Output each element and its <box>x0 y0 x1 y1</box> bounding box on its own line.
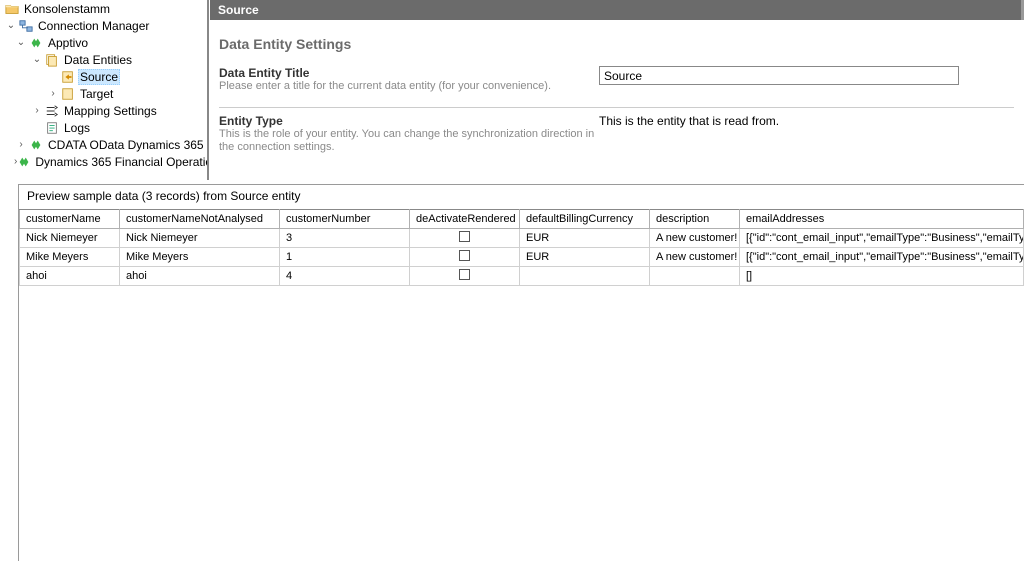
tree-label: Source <box>78 69 120 85</box>
tree-item-data-entities[interactable]: ⌄ Data Entities <box>0 51 207 68</box>
table-cell <box>410 248 520 267</box>
tree-item-logs[interactable]: Logs <box>0 119 207 136</box>
table-cell: 3 <box>280 229 410 248</box>
tree-label: Logs <box>62 121 92 135</box>
table-cell: [{"id":"cont_email_input","emailType":"B… <box>740 229 1024 248</box>
folder-icon <box>4 1 20 17</box>
table-cell: 4 <box>280 267 410 286</box>
checkbox-icon <box>459 269 470 280</box>
table-cell: ahoi <box>120 267 280 286</box>
tree-label: Mapping Settings <box>62 104 159 118</box>
tree-item-root[interactable]: Konsolenstamm <box>0 0 207 17</box>
table-cell: Mike Meyers <box>120 248 280 267</box>
tree-item-d365[interactable]: › Dynamics 365 Financial Operations <box>0 153 207 170</box>
table-cell <box>410 267 520 286</box>
table-cell <box>410 229 520 248</box>
col-deActivateRendered[interactable]: deActivateRendered <box>410 210 520 229</box>
col-customerName[interactable]: customerName <box>20 210 120 229</box>
table-cell <box>650 267 740 286</box>
chevron-down-icon[interactable]: ⌄ <box>30 54 44 65</box>
tree-label: Connection Manager <box>36 19 151 33</box>
logs-icon <box>44 120 60 136</box>
field-label-title: Data Entity Title <box>219 66 599 80</box>
col-customerNameNotAnalysed[interactable]: customerNameNotAnalysed <box>120 210 280 229</box>
checkbox-icon <box>459 250 470 261</box>
tree-label: Data Entities <box>62 53 134 67</box>
connector-icon <box>28 35 44 51</box>
connector-icon <box>28 137 44 153</box>
table-row[interactable]: Mike MeyersMike Meyers1EURA new customer… <box>20 248 1024 267</box>
table-cell <box>520 267 650 286</box>
table-cell: [] <box>740 267 1024 286</box>
data-entity-title-input[interactable] <box>599 66 959 85</box>
col-emailAddresses[interactable]: emailAddresses <box>740 210 1024 229</box>
panel-header: Source <box>209 0 1024 20</box>
field-help-title: Please enter a title for the current dat… <box>219 80 599 93</box>
navigation-tree: Konsolenstamm ⌄ Connection Manager ⌄ App… <box>0 0 207 180</box>
tree-item-apptivo[interactable]: ⌄ Apptivo <box>0 34 207 51</box>
section-title: Data Entity Settings <box>219 36 1014 52</box>
chevron-down-icon[interactable]: ⌄ <box>14 37 28 48</box>
table-cell: 1 <box>280 248 410 267</box>
entity-type-value: This is the entity that is read from. <box>599 114 779 128</box>
target-entity-icon <box>60 86 76 102</box>
checkbox-icon <box>459 231 470 242</box>
chevron-down-icon[interactable]: ⌄ <box>4 20 18 31</box>
table-cell: A new customer! <box>650 248 740 267</box>
entities-icon <box>44 52 60 68</box>
preview-table[interactable]: customerName customerNameNotAnalysed cus… <box>19 209 1024 286</box>
tree-label: CDATA OData Dynamics 365 <box>46 138 206 152</box>
table-cell: [{"id":"cont_email_input","emailType":"B… <box>740 248 1024 267</box>
preview-title: Preview sample data (3 records) from Sou… <box>19 185 1024 209</box>
tree-label: Konsolenstamm <box>22 2 112 16</box>
panel-title: Source <box>218 3 259 17</box>
mapping-icon <box>44 103 60 119</box>
connector-icon <box>17 154 31 170</box>
col-defaultBillingCurrency[interactable]: defaultBillingCurrency <box>520 210 650 229</box>
connection-manager-icon <box>18 18 34 34</box>
chevron-right-icon[interactable]: › <box>14 139 28 150</box>
tree-item-cdata[interactable]: › CDATA OData Dynamics 365 <box>0 136 207 153</box>
settings-panel: Source Data Entity Settings Data Entity … <box>207 0 1024 180</box>
chevron-right-icon[interactable]: › <box>30 105 44 116</box>
field-label-type: Entity Type <box>219 114 599 128</box>
table-row[interactable]: ahoiahoi4[] <box>20 267 1024 286</box>
tree-label: Dynamics 365 Financial Operations <box>33 155 207 169</box>
field-help-type: This is the role of your entity. You can… <box>219 128 599 154</box>
tree-item-mapping-settings[interactable]: › Mapping Settings <box>0 102 207 119</box>
tree-item-target[interactable]: › Target <box>0 85 207 102</box>
table-cell: Nick Niemeyer <box>20 229 120 248</box>
col-customerNumber[interactable]: customerNumber <box>280 210 410 229</box>
divider <box>219 107 1014 108</box>
col-description[interactable]: description <box>650 210 740 229</box>
table-header-row[interactable]: customerName customerNameNotAnalysed cus… <box>20 210 1024 229</box>
tree-label: Target <box>78 87 115 101</box>
tree-item-source[interactable]: Source <box>0 68 207 85</box>
chevron-right-icon[interactable]: › <box>46 88 60 99</box>
table-cell: EUR <box>520 229 650 248</box>
tree-label: Apptivo <box>46 36 90 50</box>
source-entity-icon <box>60 69 76 85</box>
table-row[interactable]: Nick NiemeyerNick Niemeyer3EURA new cust… <box>20 229 1024 248</box>
tree-item-connection-manager[interactable]: ⌄ Connection Manager <box>0 17 207 34</box>
preview-panel: Preview sample data (3 records) from Sou… <box>18 184 1024 561</box>
table-cell: A new customer! <box>650 229 740 248</box>
table-cell: Nick Niemeyer <box>120 229 280 248</box>
table-cell: ahoi <box>20 267 120 286</box>
table-cell: EUR <box>520 248 650 267</box>
table-cell: Mike Meyers <box>20 248 120 267</box>
